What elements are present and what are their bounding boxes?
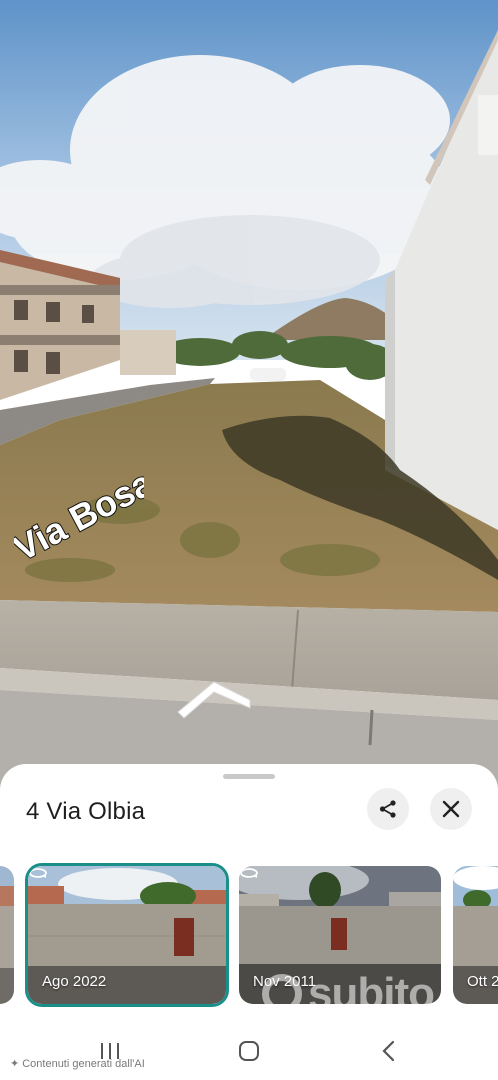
home-button[interactable] xyxy=(229,1038,269,1064)
history-date: Ago 2022 xyxy=(42,973,107,990)
subito-logo-icon xyxy=(262,974,302,1014)
panorama-360-icon xyxy=(240,868,258,878)
back-button[interactable] xyxy=(369,1038,409,1064)
history-date: Ott 2 xyxy=(467,973,498,990)
street-view-panorama[interactable]: Via Bosa xyxy=(0,0,498,790)
history-thumbnail-selected[interactable]: Ago 2022 xyxy=(25,863,229,1007)
watermark-text: subito xyxy=(308,969,435,1018)
ai-note-text: Contenuti generati dall'AI xyxy=(22,1057,145,1070)
close-icon xyxy=(442,800,460,818)
history-thumbnail[interactable]: Ott 2 xyxy=(453,866,498,1004)
move-forward-arrow-icon[interactable] xyxy=(176,676,252,720)
subito-watermark: subito xyxy=(262,964,435,1024)
road-name-label: Via Bosa xyxy=(14,430,144,570)
place-title: 4 Via Olbia xyxy=(26,798,146,825)
share-icon xyxy=(379,800,396,818)
ai-generated-note: ✦ Contenuti generati dall'AI xyxy=(10,1057,145,1071)
home-icon xyxy=(239,1041,259,1061)
close-button[interactable] xyxy=(430,788,472,830)
system-navigation-bar xyxy=(0,1026,498,1080)
road-name-text: Via Bosa xyxy=(14,461,144,569)
panorama-360-icon xyxy=(29,868,47,878)
history-thumbnail[interactable] xyxy=(0,866,14,1004)
back-icon xyxy=(382,1040,395,1062)
street-view-screen: Via Bosa 4 Via Olbia Ago 2022 Nov 2011 O… xyxy=(0,0,498,1080)
drag-handle[interactable] xyxy=(223,774,275,779)
sparkle-icon: ✦ xyxy=(10,1058,20,1070)
share-button[interactable] xyxy=(367,788,409,830)
